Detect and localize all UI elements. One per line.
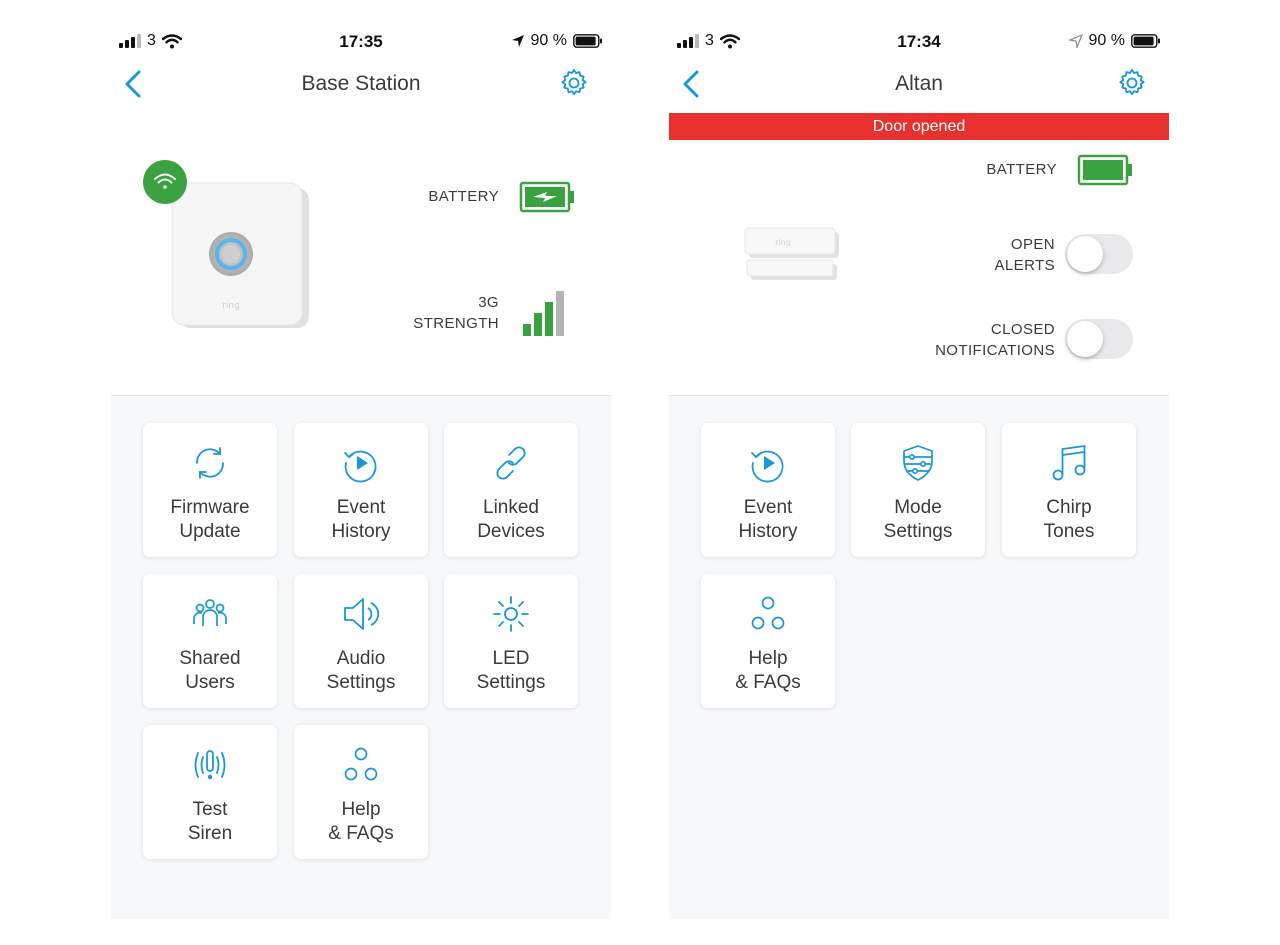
toggle-knob — [1067, 321, 1103, 357]
page-title: Base Station — [301, 72, 421, 95]
help-icon — [344, 747, 378, 781]
help-faqs-tile[interactable]: Help & FAQs — [294, 725, 428, 859]
action-grid: Event History Mode Settings Chirp Tones … — [669, 395, 1169, 919]
siren-icon — [194, 750, 226, 780]
base-station-screen: 3 17:35 90 % Base Station ring BATTERY 3… — [111, 0, 611, 919]
toggle-knob — [1067, 236, 1103, 272]
svg-text:ring: ring — [775, 238, 791, 247]
firmware-update-tile[interactable]: Firmware Update — [143, 423, 277, 557]
tile-label: LED Settings — [476, 648, 546, 693]
action-grid: Firmware Update Event History Linked Dev… — [111, 395, 611, 919]
location-arrow-icon — [511, 35, 524, 47]
led-settings-tile[interactable]: LED Settings — [444, 574, 578, 708]
status-bar: 3 17:35 90 % — [111, 28, 611, 56]
status-bar: 3 17:34 90 % — [669, 28, 1169, 56]
base-station-image: ring — [143, 160, 309, 328]
device-header: ring BATTERY 3G STRENGTH — [111, 108, 611, 395]
open-alerts-label: OPEN ALERTS — [994, 236, 1055, 274]
help-icon — [751, 596, 785, 630]
tile-label: Linked Devices — [477, 497, 545, 542]
signal-bar — [545, 302, 553, 336]
signal-strength-icon — [523, 291, 564, 336]
shield-sliders-icon — [903, 445, 933, 481]
shared-users-tile[interactable]: Shared Users — [143, 574, 277, 708]
tile-label: Test Siren — [187, 799, 233, 844]
gear-icon[interactable] — [559, 68, 589, 98]
battery-full-icon — [1077, 154, 1132, 186]
event-history-tile[interactable]: Event History — [294, 423, 428, 557]
battery-percent: 90 % — [1088, 32, 1125, 49]
device-header: BATTERY ring OPEN ALERTS CLOSED NOTIFICA… — [669, 108, 1169, 395]
music-note-icon — [1052, 444, 1086, 481]
chirp-tones-tile[interactable]: Chirp Tones — [1002, 423, 1136, 557]
signal-bar — [534, 313, 542, 336]
event-history-tile[interactable]: Event History — [701, 423, 835, 557]
closed-notifications-toggle[interactable] — [1065, 319, 1133, 359]
battery-icon — [1131, 34, 1160, 48]
contact-sensor-screen: 3 17:34 90 % Altan Door opened BATTERY r… — [669, 0, 1169, 919]
open-alerts-toggle[interactable] — [1065, 234, 1133, 274]
gear-icon[interactable] — [1117, 68, 1147, 98]
nav-bar: Base Station — [111, 60, 611, 108]
signal-bar — [556, 291, 564, 336]
link-icon — [496, 446, 526, 480]
tile-label: Help & FAQs — [328, 799, 394, 844]
mode-settings-tile[interactable]: Mode Settings — [851, 423, 985, 557]
history-icon — [751, 450, 784, 483]
closed-notifications-label: CLOSED NOTIFICATIONS — [935, 321, 1055, 359]
sun-icon — [493, 596, 529, 632]
tile-label: Chirp Tones — [1043, 497, 1095, 542]
tile-label: Firmware Update — [170, 497, 250, 542]
contact-sensor-image: ring — [744, 227, 839, 280]
strength-label: 3G STRENGTH — [413, 294, 499, 332]
linked-devices-tile[interactable]: Linked Devices — [444, 423, 578, 557]
audio-settings-tile[interactable]: Audio Settings — [294, 574, 428, 708]
test-siren-tile[interactable]: Test Siren — [143, 725, 277, 859]
battery-label: BATTERY — [428, 188, 499, 205]
location-arrow-icon — [1068, 34, 1083, 48]
battery-charging-icon — [519, 181, 574, 213]
refresh-icon — [196, 447, 224, 479]
tile-label: Event History — [738, 497, 798, 542]
nav-bar: Altan — [669, 60, 1169, 108]
history-icon — [344, 450, 377, 483]
battery-icon — [573, 34, 602, 48]
signal-bar — [523, 324, 531, 336]
users-icon — [193, 599, 227, 626]
tile-label: Event History — [331, 497, 391, 542]
tile-label: Mode Settings — [883, 497, 953, 542]
battery-percent: 90 % — [530, 32, 567, 49]
help-faqs-tile[interactable]: Help & FAQs — [701, 574, 835, 708]
speaker-icon — [344, 598, 380, 630]
tile-label: Shared Users — [179, 648, 241, 693]
tile-label: Help & FAQs — [735, 648, 801, 693]
battery-label: BATTERY — [986, 161, 1057, 178]
svg-text:ring: ring — [222, 301, 240, 311]
tile-label: Audio Settings — [326, 648, 396, 693]
page-title: Altan — [895, 72, 943, 95]
